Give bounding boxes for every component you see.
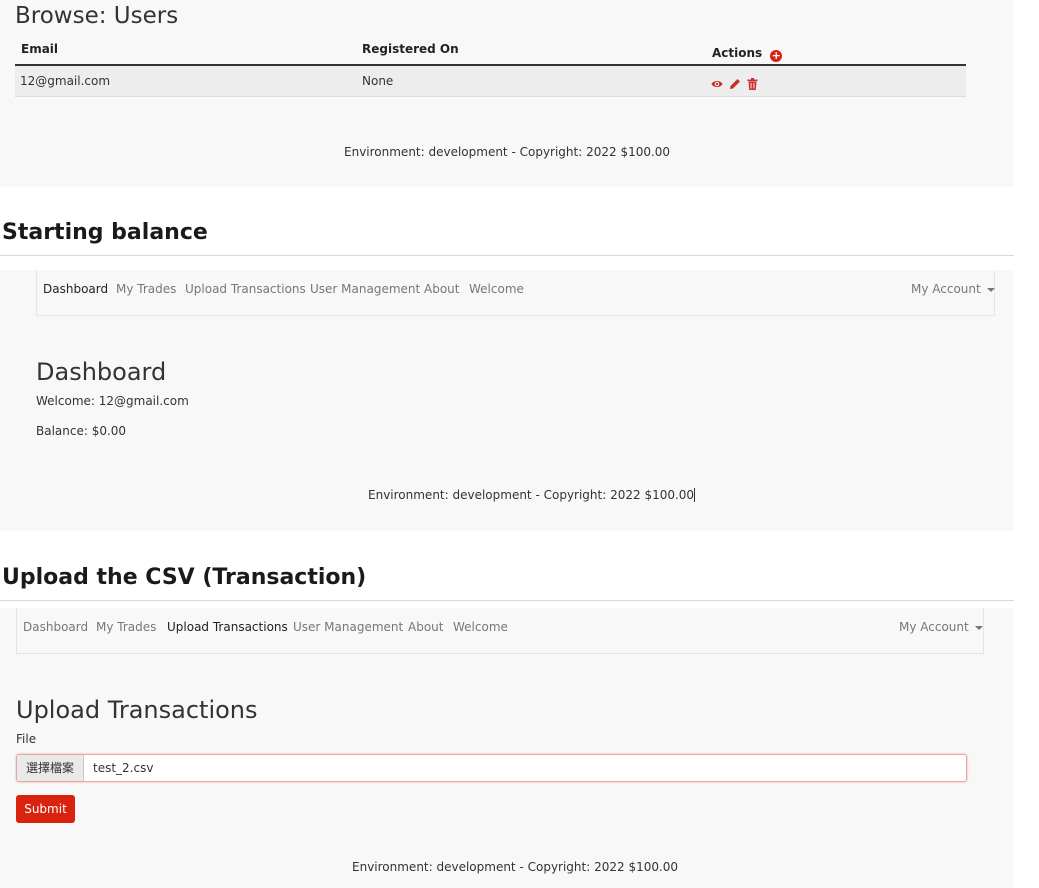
user-registered-cell: None [362, 74, 394, 88]
navbar: Dashboard My Trades Upload Transactions … [16, 608, 984, 654]
nav-welcome[interactable]: Welcome [469, 282, 524, 296]
nav-about[interactable]: About [424, 282, 459, 296]
nav-my-trades[interactable]: My Trades [96, 620, 156, 634]
table-header-email: Email [21, 42, 59, 56]
footer: Environment: development - Copyright: 20… [352, 860, 679, 874]
section-divider [0, 255, 1014, 256]
my-account-label: My Account [911, 282, 981, 296]
file-name: test_2.csv [93, 761, 154, 775]
table-header-actions: Actions + [712, 42, 783, 62]
eye-icon[interactable] [711, 78, 723, 90]
users-panel: Browse: Users Email Registered On Action… [0, 0, 1014, 187]
nav-dashboard[interactable]: Dashboard [23, 620, 88, 634]
page-title: Upload Transactions [16, 696, 258, 724]
navbar: Dashboard My Trades Upload Transactions … [36, 270, 995, 316]
section-heading: Upload the CSV (Transaction) [2, 565, 367, 590]
nav-dashboard[interactable]: Dashboard [43, 282, 108, 296]
my-account-dropdown[interactable]: My Account [899, 620, 983, 634]
footer: Environment: development - Copyright: 20… [344, 145, 671, 159]
choose-file-button[interactable]: 選擇檔案 [17, 755, 84, 781]
upload-panel: Dashboard My Trades Upload Transactions … [0, 608, 1014, 888]
nav-welcome[interactable]: Welcome [453, 620, 508, 634]
section-divider [0, 600, 1014, 601]
user-email-cell: 12@gmail.com [20, 74, 111, 88]
nav-user-management[interactable]: User Management [293, 620, 403, 634]
footer-text: Environment: development - Copyright: 20… [368, 488, 695, 502]
welcome-text: Welcome: 12@gmail.com [36, 394, 189, 408]
footer: Environment: development - Copyright: 20… [368, 488, 696, 502]
actions-label: Actions [712, 46, 763, 60]
plus-circle-icon[interactable]: + [770, 50, 783, 62]
trash-icon[interactable] [747, 78, 758, 90]
nav-user-management[interactable]: User Management [310, 282, 420, 296]
dashboard-panel: Dashboard My Trades Upload Transactions … [0, 270, 1014, 531]
nav-upload-transactions[interactable]: Upload Transactions [167, 620, 288, 634]
table-row: 12@gmail.com None [15, 66, 966, 97]
section-heading: Starting balance [2, 220, 208, 245]
submit-button[interactable]: Submit [16, 795, 75, 823]
caret-down-icon [986, 287, 995, 292]
caret-down-icon [974, 625, 983, 630]
page-title: Browse: Users [15, 3, 179, 29]
my-account-dropdown[interactable]: My Account [911, 282, 995, 296]
text-cursor [694, 488, 696, 502]
file-label: File [16, 732, 37, 746]
nav-my-trades[interactable]: My Trades [116, 282, 176, 296]
pencil-icon[interactable] [729, 78, 741, 90]
nav-about[interactable]: About [408, 620, 443, 634]
row-actions [711, 75, 758, 90]
balance-text: Balance: $0.00 [36, 424, 127, 438]
file-input[interactable]: 選擇檔案 test_2.csv [16, 754, 967, 782]
page-title: Dashboard [36, 358, 167, 386]
table-header-registered: Registered On [362, 42, 459, 56]
nav-upload-transactions[interactable]: Upload Transactions [185, 282, 306, 296]
my-account-label: My Account [899, 620, 969, 634]
